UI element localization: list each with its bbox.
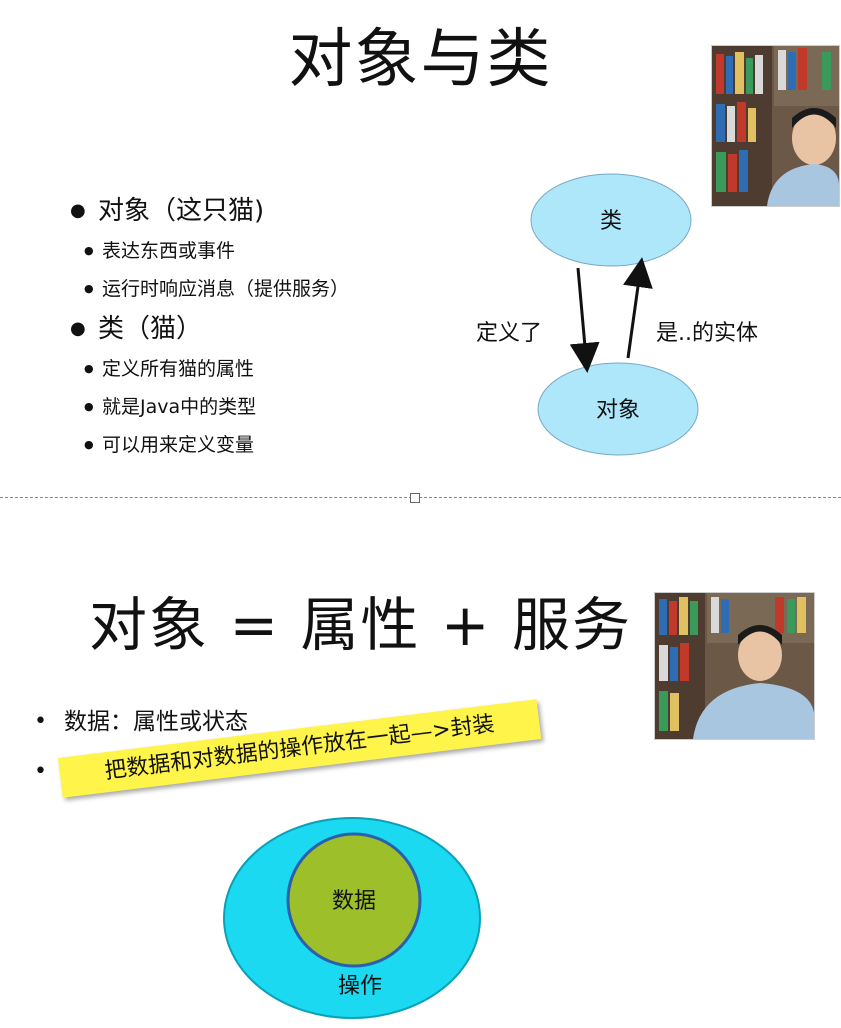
presenter-video-thumbnail-2 <box>654 592 815 740</box>
defines-arrow <box>569 267 600 373</box>
presenter-photo-icon-2 <box>655 593 814 739</box>
slide-divider <box>0 497 841 498</box>
class-ellipse-label: 类 <box>600 209 622 234</box>
instance-arrow <box>623 257 653 359</box>
outer-circle-label: 操作 <box>338 974 382 999</box>
presenter-video-thumbnail <box>711 45 840 207</box>
bullet-class-sub-3: 可以用来定义变量 <box>70 426 349 464</box>
bullet-object-sub-2: 运行时响应消息（提供服务） <box>70 270 349 308</box>
bullet-class-sub-1: 定义所有猫的属性 <box>70 350 349 388</box>
presenter-photo-icon <box>712 46 839 206</box>
bullet-class: 类（猫） <box>70 308 349 350</box>
bullet-object-sub-1: 表达东西或事件 <box>70 232 349 270</box>
object-ellipse-label: 对象 <box>596 398 640 423</box>
defines-label: 定义了 <box>476 321 542 346</box>
inner-circle-label: 数据 <box>332 889 376 914</box>
bullet-object: 对象（这只猫) <box>70 190 349 232</box>
slide-object-equals-attributes-plus-services: 对象 = 属性 + 服务 数据：属性或状态 操作：函数 数据 操作 把数据和对数… <box>0 500 841 1028</box>
bullet-class-sub-2: 就是Java中的类型 <box>70 388 349 426</box>
instance-label: 是..的实体 <box>656 321 758 346</box>
slide-object-and-class: 对象与类 对象（这只猫) 表达东西或事件 运行时响应消息（提供服务） 类（猫） … <box>0 0 841 497</box>
encapsulation-diagram: 数据 操作 <box>223 817 481 1019</box>
slide1-bullet-list: 对象（这只猫) 表达东西或事件 运行时响应消息（提供服务） 类（猫） 定义所有猫… <box>70 190 349 464</box>
